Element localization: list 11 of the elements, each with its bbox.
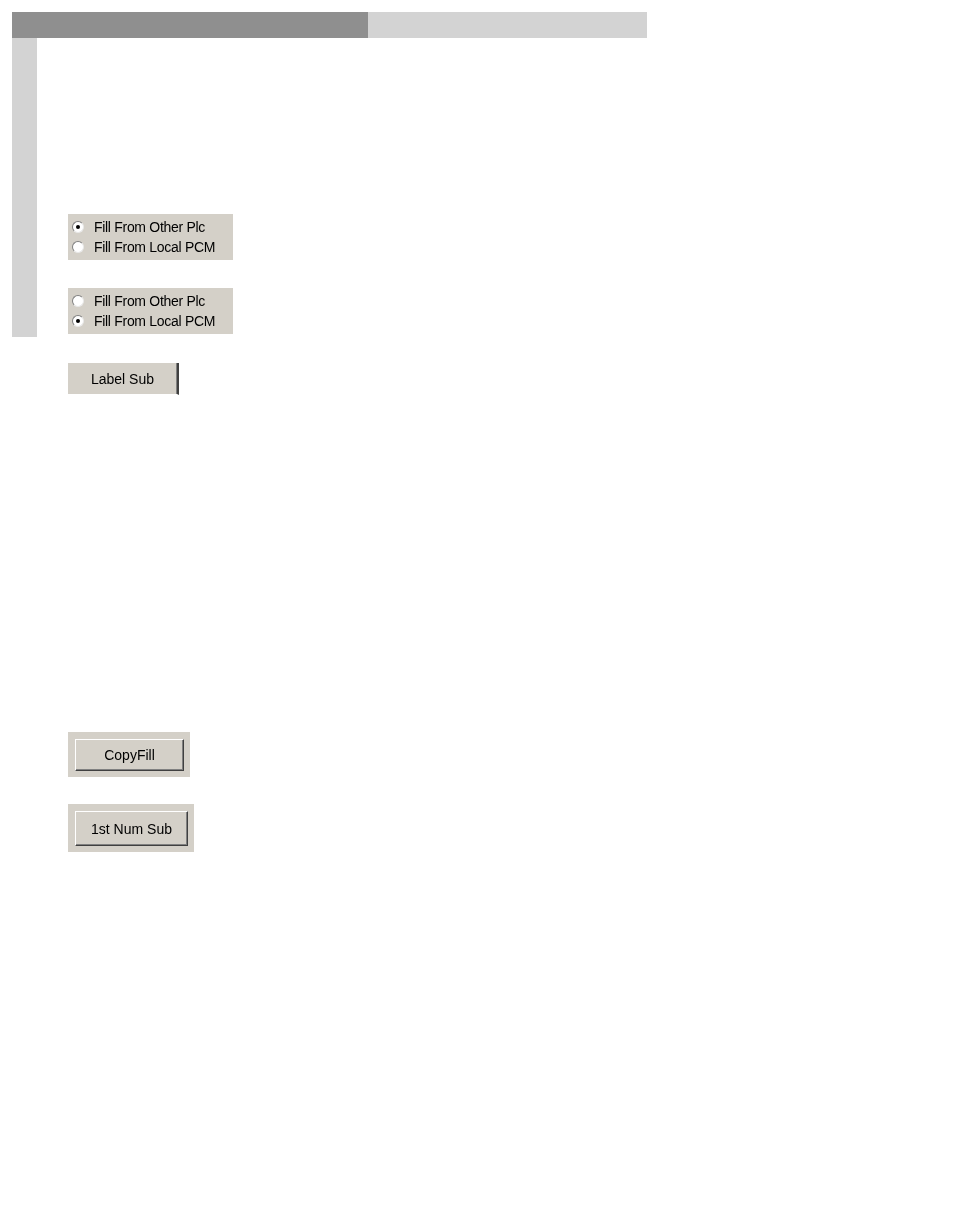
action-button[interactable]: CopyFill xyxy=(75,739,184,771)
radio-button[interactable] xyxy=(72,241,84,253)
radio-label[interactable]: Fill From Local PCM xyxy=(94,239,216,255)
action-button[interactable]: 1st Num Sub xyxy=(75,811,188,846)
radio-label[interactable]: Fill From Local PCM xyxy=(94,313,216,329)
radio-button[interactable] xyxy=(72,315,84,327)
action-button[interactable]: Label Sub xyxy=(68,363,179,395)
radio-button[interactable] xyxy=(72,295,84,307)
radio-button[interactable] xyxy=(72,221,84,233)
radio-label[interactable]: Fill From Other Plc xyxy=(94,293,205,309)
radio-label[interactable]: Fill From Other Plc xyxy=(94,219,205,235)
